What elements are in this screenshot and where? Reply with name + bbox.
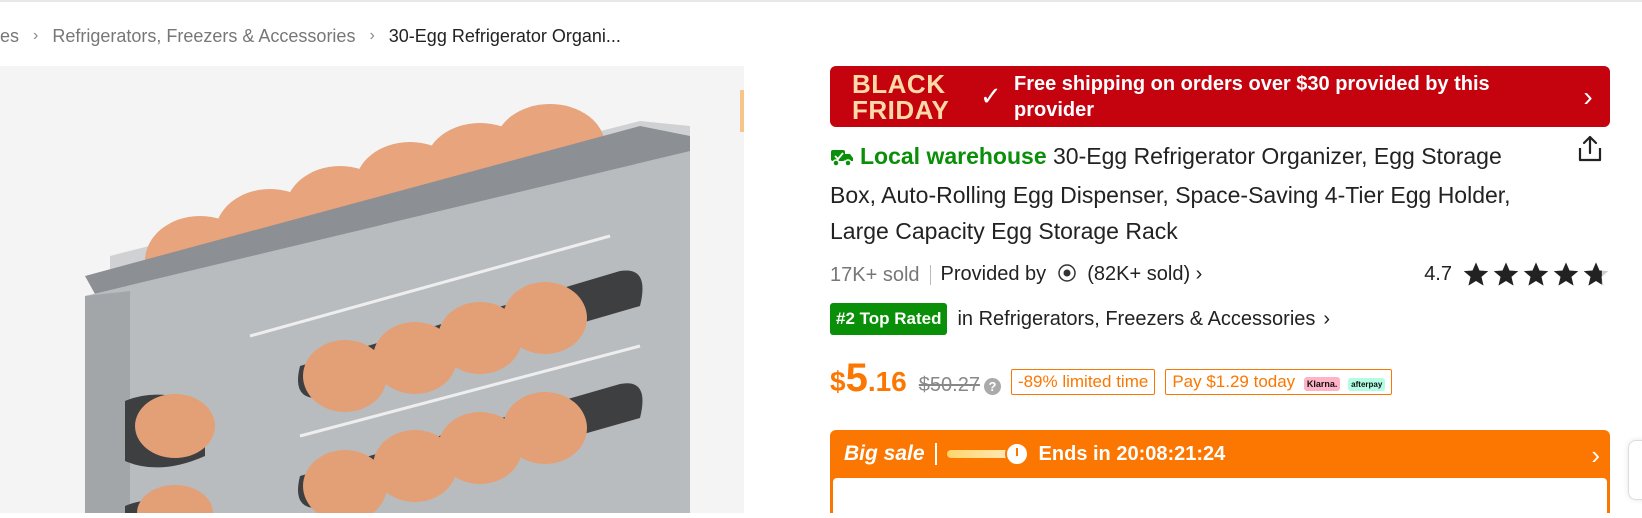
top-rated-row[interactable]: #2 Top Rated in Refrigerators, Freezers … <box>830 302 1330 336</box>
check-icon: ✓ <box>980 81 1002 111</box>
star-icon <box>1553 262 1579 286</box>
star-icon <box>1523 262 1549 286</box>
egg-organizer-illustration <box>0 66 744 513</box>
price-row: $5.16 $50.27 ? -89% limited time Pay $1.… <box>830 356 1393 406</box>
sale-countdown: Ends in 20:08:21:24 <box>1038 442 1226 465</box>
truck-icon <box>830 141 854 177</box>
top-rated-badge: #2 Top Rated <box>830 303 948 335</box>
breadcrumb-separator: › <box>33 27 39 44</box>
big-sale-header: Big sale Ends in 20:08:21:24 <box>830 430 1610 478</box>
image-edge-highlight <box>740 90 744 132</box>
breadcrumb-separator: › <box>369 27 375 44</box>
big-sale-content <box>833 478 1607 518</box>
sold-count: 17K+ sold <box>830 263 920 286</box>
breadcrumb-item-category[interactable]: Refrigerators, Freezers & Accessories <box>52 26 355 47</box>
black-friday-logo: BLACK FRIDAY <box>852 68 950 125</box>
breadcrumb-item-parent[interactable]: es <box>0 26 19 47</box>
local-warehouse-label: Local warehouse <box>860 143 1047 169</box>
rating-value: 4.7 <box>1424 262 1452 285</box>
star-icon <box>1463 262 1489 286</box>
sale-progress <box>946 442 1029 466</box>
product-image[interactable] <box>0 66 744 513</box>
chevron-right-icon: › <box>1195 262 1203 285</box>
share-icon[interactable] <box>1575 134 1605 169</box>
divider <box>929 265 931 285</box>
breadcrumb-item-current: 30-Egg Refrigerator Organi... <box>388 25 621 46</box>
free-shipping-text: Free shipping on orders over $30 provide… <box>1014 72 1490 121</box>
help-icon[interactable]: ? <box>983 378 1001 395</box>
chevron-right-icon[interactable]: › <box>1591 440 1600 471</box>
black-friday-banner[interactable]: BLACK FRIDAY ✓ Free shipping on orders o… <box>830 66 1610 127</box>
big-sale-title: Big sale <box>844 442 925 465</box>
clock-icon <box>1004 442 1029 466</box>
chevron-right-icon: › <box>1323 307 1331 330</box>
current-price: $5.16 <box>830 356 907 400</box>
discount-tag: -89% limited time <box>1010 369 1156 395</box>
star-half-icon <box>1583 262 1609 286</box>
provided-by-link[interactable]: Provided by (82K+ sold) › <box>941 263 1203 288</box>
side-widget[interactable] <box>1628 440 1642 500</box>
product-title: Local warehouse 30-Egg Refrigerator Orga… <box>830 138 1530 249</box>
star-icon <box>1493 262 1519 286</box>
afterpay-logo: afterpay <box>1348 378 1386 391</box>
provider-logo-icon <box>1057 263 1076 288</box>
big-sale-panel[interactable]: Big sale Ends in 20:08:21:24 › <box>830 430 1610 518</box>
top-rated-category: in Refrigerators, Freezers & Accessories <box>957 307 1316 330</box>
sales-meta-row: 17K+ sold Provided by (82K+ sold) › 4.7 <box>830 260 1610 290</box>
klarna-logo: Klarna. <box>1303 377 1341 391</box>
breadcrumb: es › Refrigerators, Freezers & Accessori… <box>0 22 621 50</box>
original-price: $50.27 <box>918 374 980 396</box>
rating[interactable]: 4.7 <box>1424 260 1610 288</box>
chevron-right-icon: › <box>1583 80 1593 112</box>
divider <box>934 443 937 465</box>
top-divider <box>0 0 1642 2</box>
pay-later-tag[interactable]: Pay $1.29 today Klarna. afterpay <box>1165 369 1393 395</box>
